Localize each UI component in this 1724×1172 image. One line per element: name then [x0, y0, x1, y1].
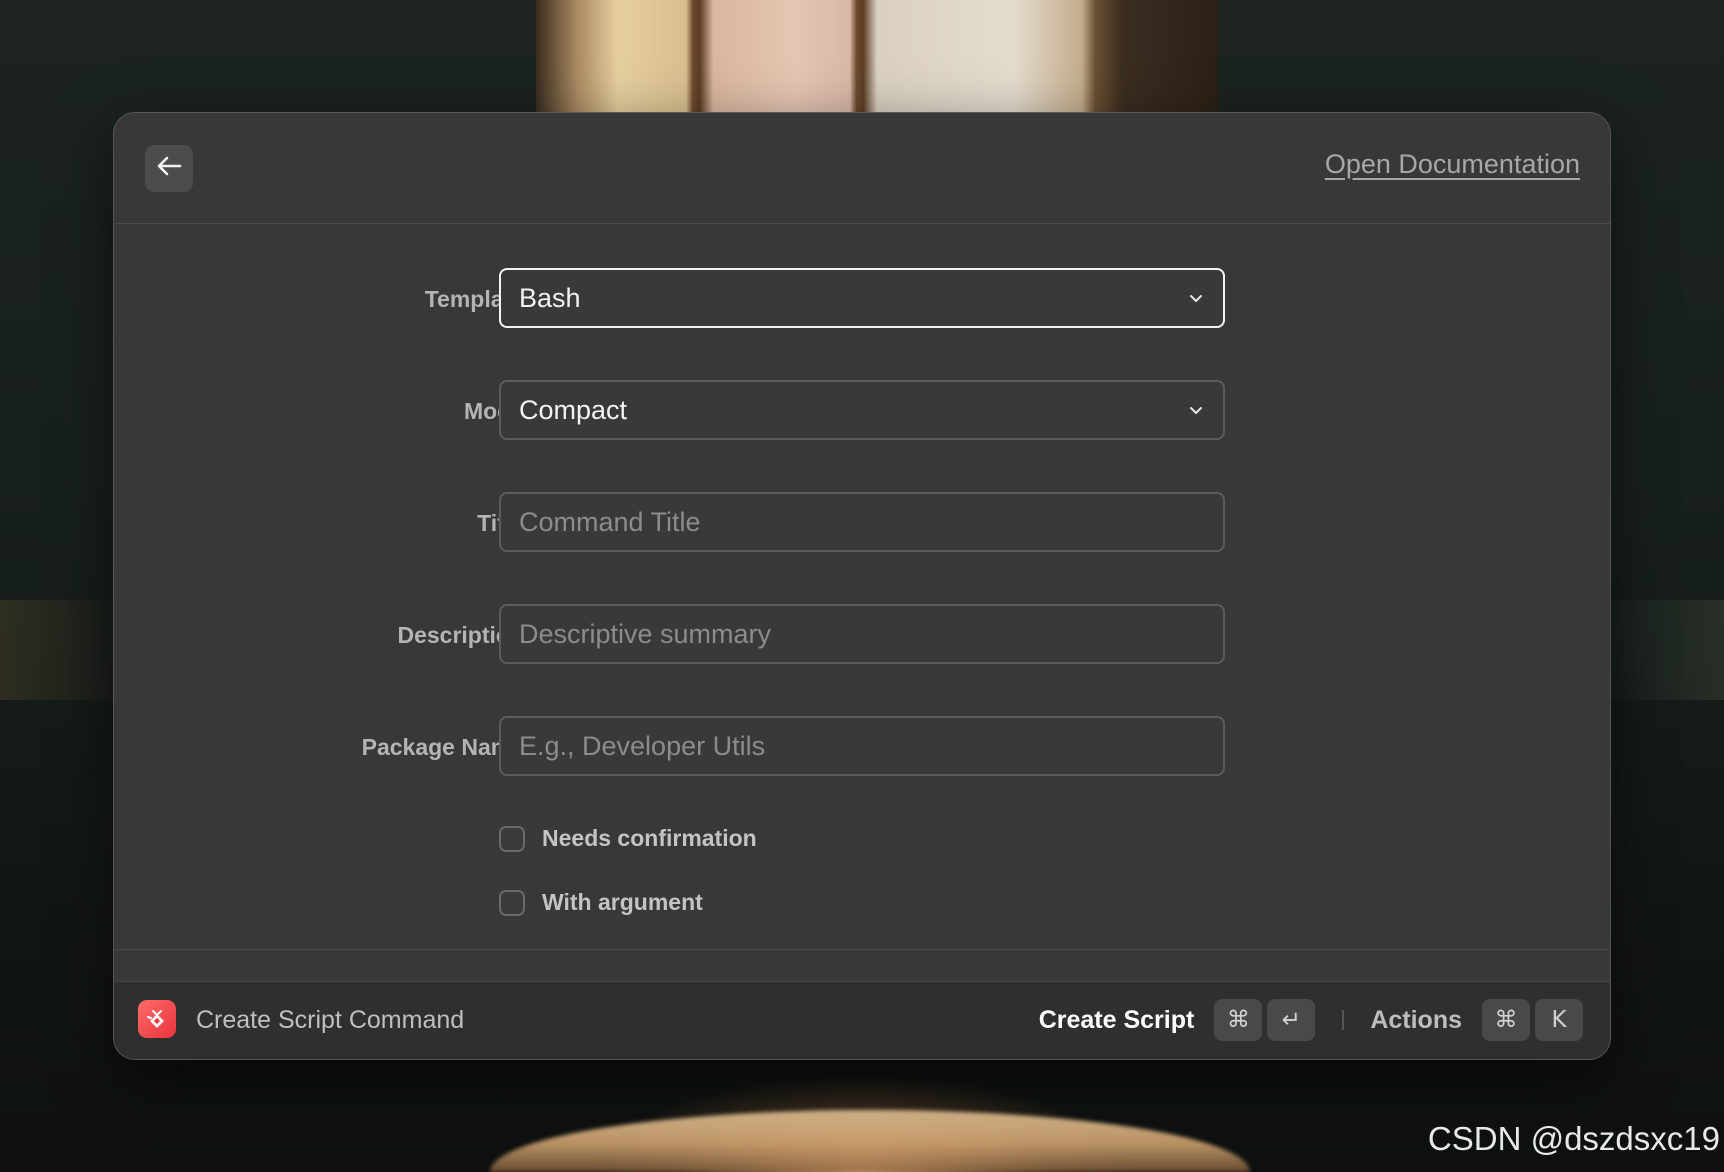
actions-button[interactable]: Actions [1370, 1006, 1462, 1035]
template-select[interactable]: Bash [499, 268, 1225, 328]
footer-separator [1342, 1010, 1345, 1030]
command-key-icon: ⌘ [1482, 999, 1530, 1041]
mode-select[interactable]: Compact [499, 380, 1225, 440]
package-name-field [499, 716, 1225, 776]
create-script-panel: Open Documentation Template Bash Mode Co… [113, 112, 1611, 1060]
return-key-icon: ↵ [1267, 999, 1316, 1041]
open-documentation-link[interactable]: Open Documentation [1325, 149, 1580, 180]
package-name-input[interactable] [519, 730, 1205, 762]
action-bar: Create Script Command Create Script ⌘ ↵ … [114, 981, 1610, 1059]
description-input[interactable] [519, 618, 1205, 650]
chevron-down-icon [1187, 401, 1205, 419]
command-key-icon: ⌘ [1214, 999, 1263, 1041]
mode-select-value: Compact [519, 394, 628, 425]
needs-confirmation-checkbox[interactable] [499, 825, 525, 852]
script-command-app-icon [138, 1000, 176, 1038]
background-window [536, 0, 1218, 112]
arrow-left-icon [156, 155, 182, 182]
k-key-icon: K [1535, 999, 1583, 1041]
template-select-value: Bash [519, 282, 581, 313]
create-script-button[interactable]: Create Script [1039, 1006, 1195, 1035]
description-field [499, 604, 1225, 664]
with-argument-label: With argument [542, 889, 703, 915]
footer-title: Create Script Command [196, 1006, 465, 1034]
needs-confirmation-label: Needs confirmation [542, 825, 757, 851]
with-argument-checkbox[interactable] [499, 889, 525, 916]
chevron-down-icon [1187, 289, 1205, 307]
title-input[interactable] [519, 506, 1205, 538]
title-field [499, 492, 1225, 552]
needs-confirmation-row[interactable]: Needs confirmation [499, 825, 757, 852]
panel-header: Open Documentation [114, 113, 1610, 224]
form-divider [114, 949, 1610, 950]
desktop-background: Open Documentation Template Bash Mode Co… [0, 0, 1724, 1172]
watermark: CSDN @dszdsxc19 [1427, 1120, 1720, 1157]
footer-actions: Create Script ⌘ ↵ Actions ⌘ K [1039, 998, 1588, 1042]
background-floor-light [490, 1110, 1250, 1172]
back-button[interactable] [145, 145, 193, 192]
with-argument-row[interactable]: With argument [499, 889, 703, 916]
